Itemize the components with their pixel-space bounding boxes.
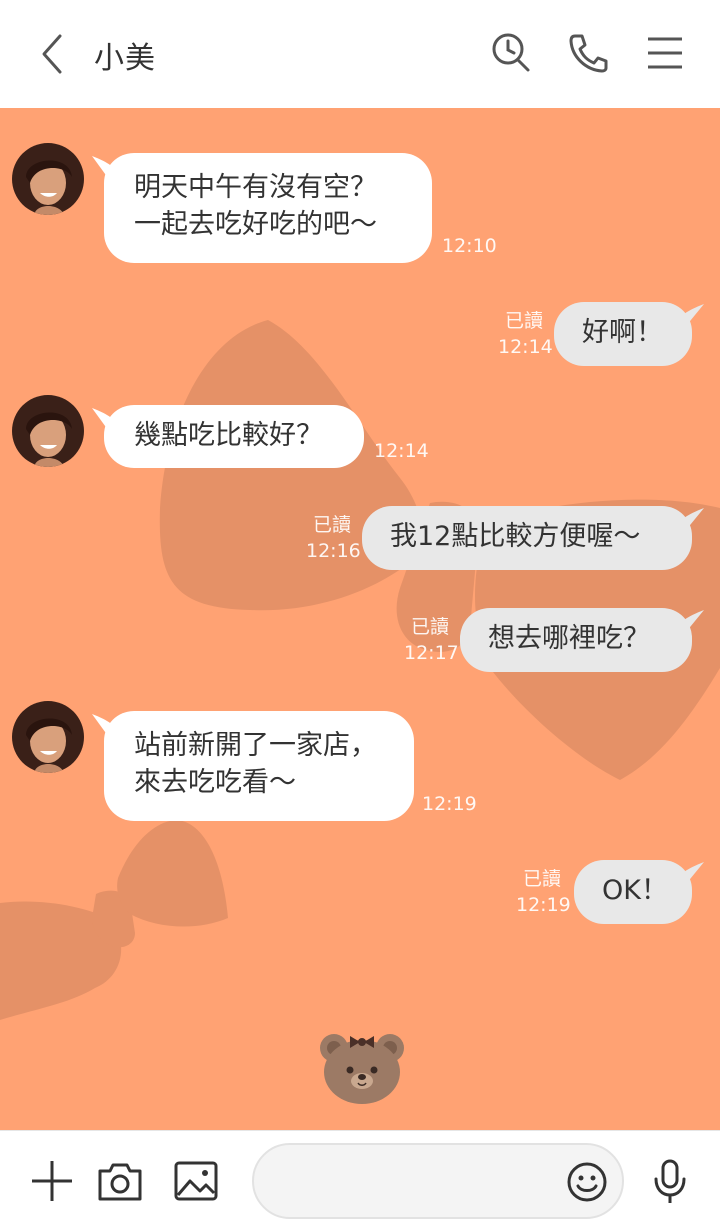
- chat-header: 小美: [0, 0, 720, 108]
- bear-face-sticker[interactable]: [316, 1026, 408, 1106]
- emoji-icon[interactable]: [566, 1161, 608, 1203]
- message-bubble-outgoing[interactable]: 想去哪裡吃？: [460, 608, 692, 672]
- message-text: 我12點比較方便喔～: [390, 521, 641, 552]
- message-time: 12:17: [404, 642, 459, 664]
- message-bubble-outgoing[interactable]: 好啊！: [554, 302, 692, 366]
- message-text: 站前新開了一家店，: [134, 730, 377, 761]
- message-input[interactable]: [278, 1163, 548, 1201]
- microphone-icon[interactable]: [646, 1157, 694, 1205]
- message-text: 一起去吃好吃的吧～: [134, 209, 377, 240]
- message-meta: 已讀 12:19: [516, 866, 571, 918]
- camera-icon[interactable]: [96, 1157, 144, 1205]
- message-bubble-outgoing[interactable]: 我12點比較方便喔～: [362, 506, 692, 570]
- message-bubble-incoming[interactable]: 幾點吃比較好？: [104, 405, 364, 468]
- message-meta: 已讀 12:16: [306, 512, 361, 564]
- message-time: 12:10: [442, 235, 497, 257]
- plus-icon[interactable]: [28, 1157, 76, 1205]
- message-time: 12:16: [306, 540, 361, 562]
- message-time: 12:19: [422, 793, 477, 815]
- message-composer: [0, 1130, 720, 1232]
- message-text: 幾點吃比較好？: [134, 420, 323, 451]
- read-receipt: 已讀: [522, 868, 561, 890]
- message-bubble-incoming[interactable]: 站前新開了一家店， 來去吃吃看～: [104, 711, 414, 821]
- phone-icon[interactable]: [566, 30, 610, 76]
- avatar[interactable]: [12, 143, 84, 215]
- message-input-box[interactable]: [252, 1143, 624, 1219]
- avatar[interactable]: [12, 701, 84, 773]
- message-time: 12:14: [374, 440, 429, 462]
- read-receipt: 已讀: [410, 616, 449, 638]
- image-icon[interactable]: [172, 1157, 220, 1205]
- search-history-icon[interactable]: [490, 30, 534, 76]
- read-receipt: 已讀: [504, 310, 543, 332]
- message-bubble-outgoing[interactable]: OK！: [574, 860, 692, 924]
- message-text: 明天中午有沒有空？: [134, 172, 377, 203]
- message-time: 12:14: [498, 336, 553, 358]
- menu-icon[interactable]: [644, 30, 688, 76]
- message-bubble-incoming[interactable]: 明天中午有沒有空？ 一起去吃好吃的吧～: [104, 153, 432, 263]
- chat-title: 小美: [94, 41, 156, 76]
- message-meta: 已讀 12:14: [498, 308, 553, 360]
- message-text: OK！: [602, 875, 668, 906]
- back-icon[interactable]: [30, 30, 74, 78]
- message-time: 12:19: [516, 894, 571, 916]
- avatar[interactable]: [12, 395, 84, 467]
- read-receipt: 已讀: [312, 514, 351, 536]
- message-meta: 已讀 12:17: [404, 614, 459, 666]
- chat-area[interactable]: 明天中午有沒有空？ 一起去吃好吃的吧～ 12:10 已讀 12:14 好啊！ 幾…: [0, 108, 720, 1130]
- message-text: 來去吃吃看～: [134, 767, 296, 798]
- message-text: 想去哪裡吃？: [488, 623, 650, 654]
- message-text: 好啊！: [582, 317, 663, 348]
